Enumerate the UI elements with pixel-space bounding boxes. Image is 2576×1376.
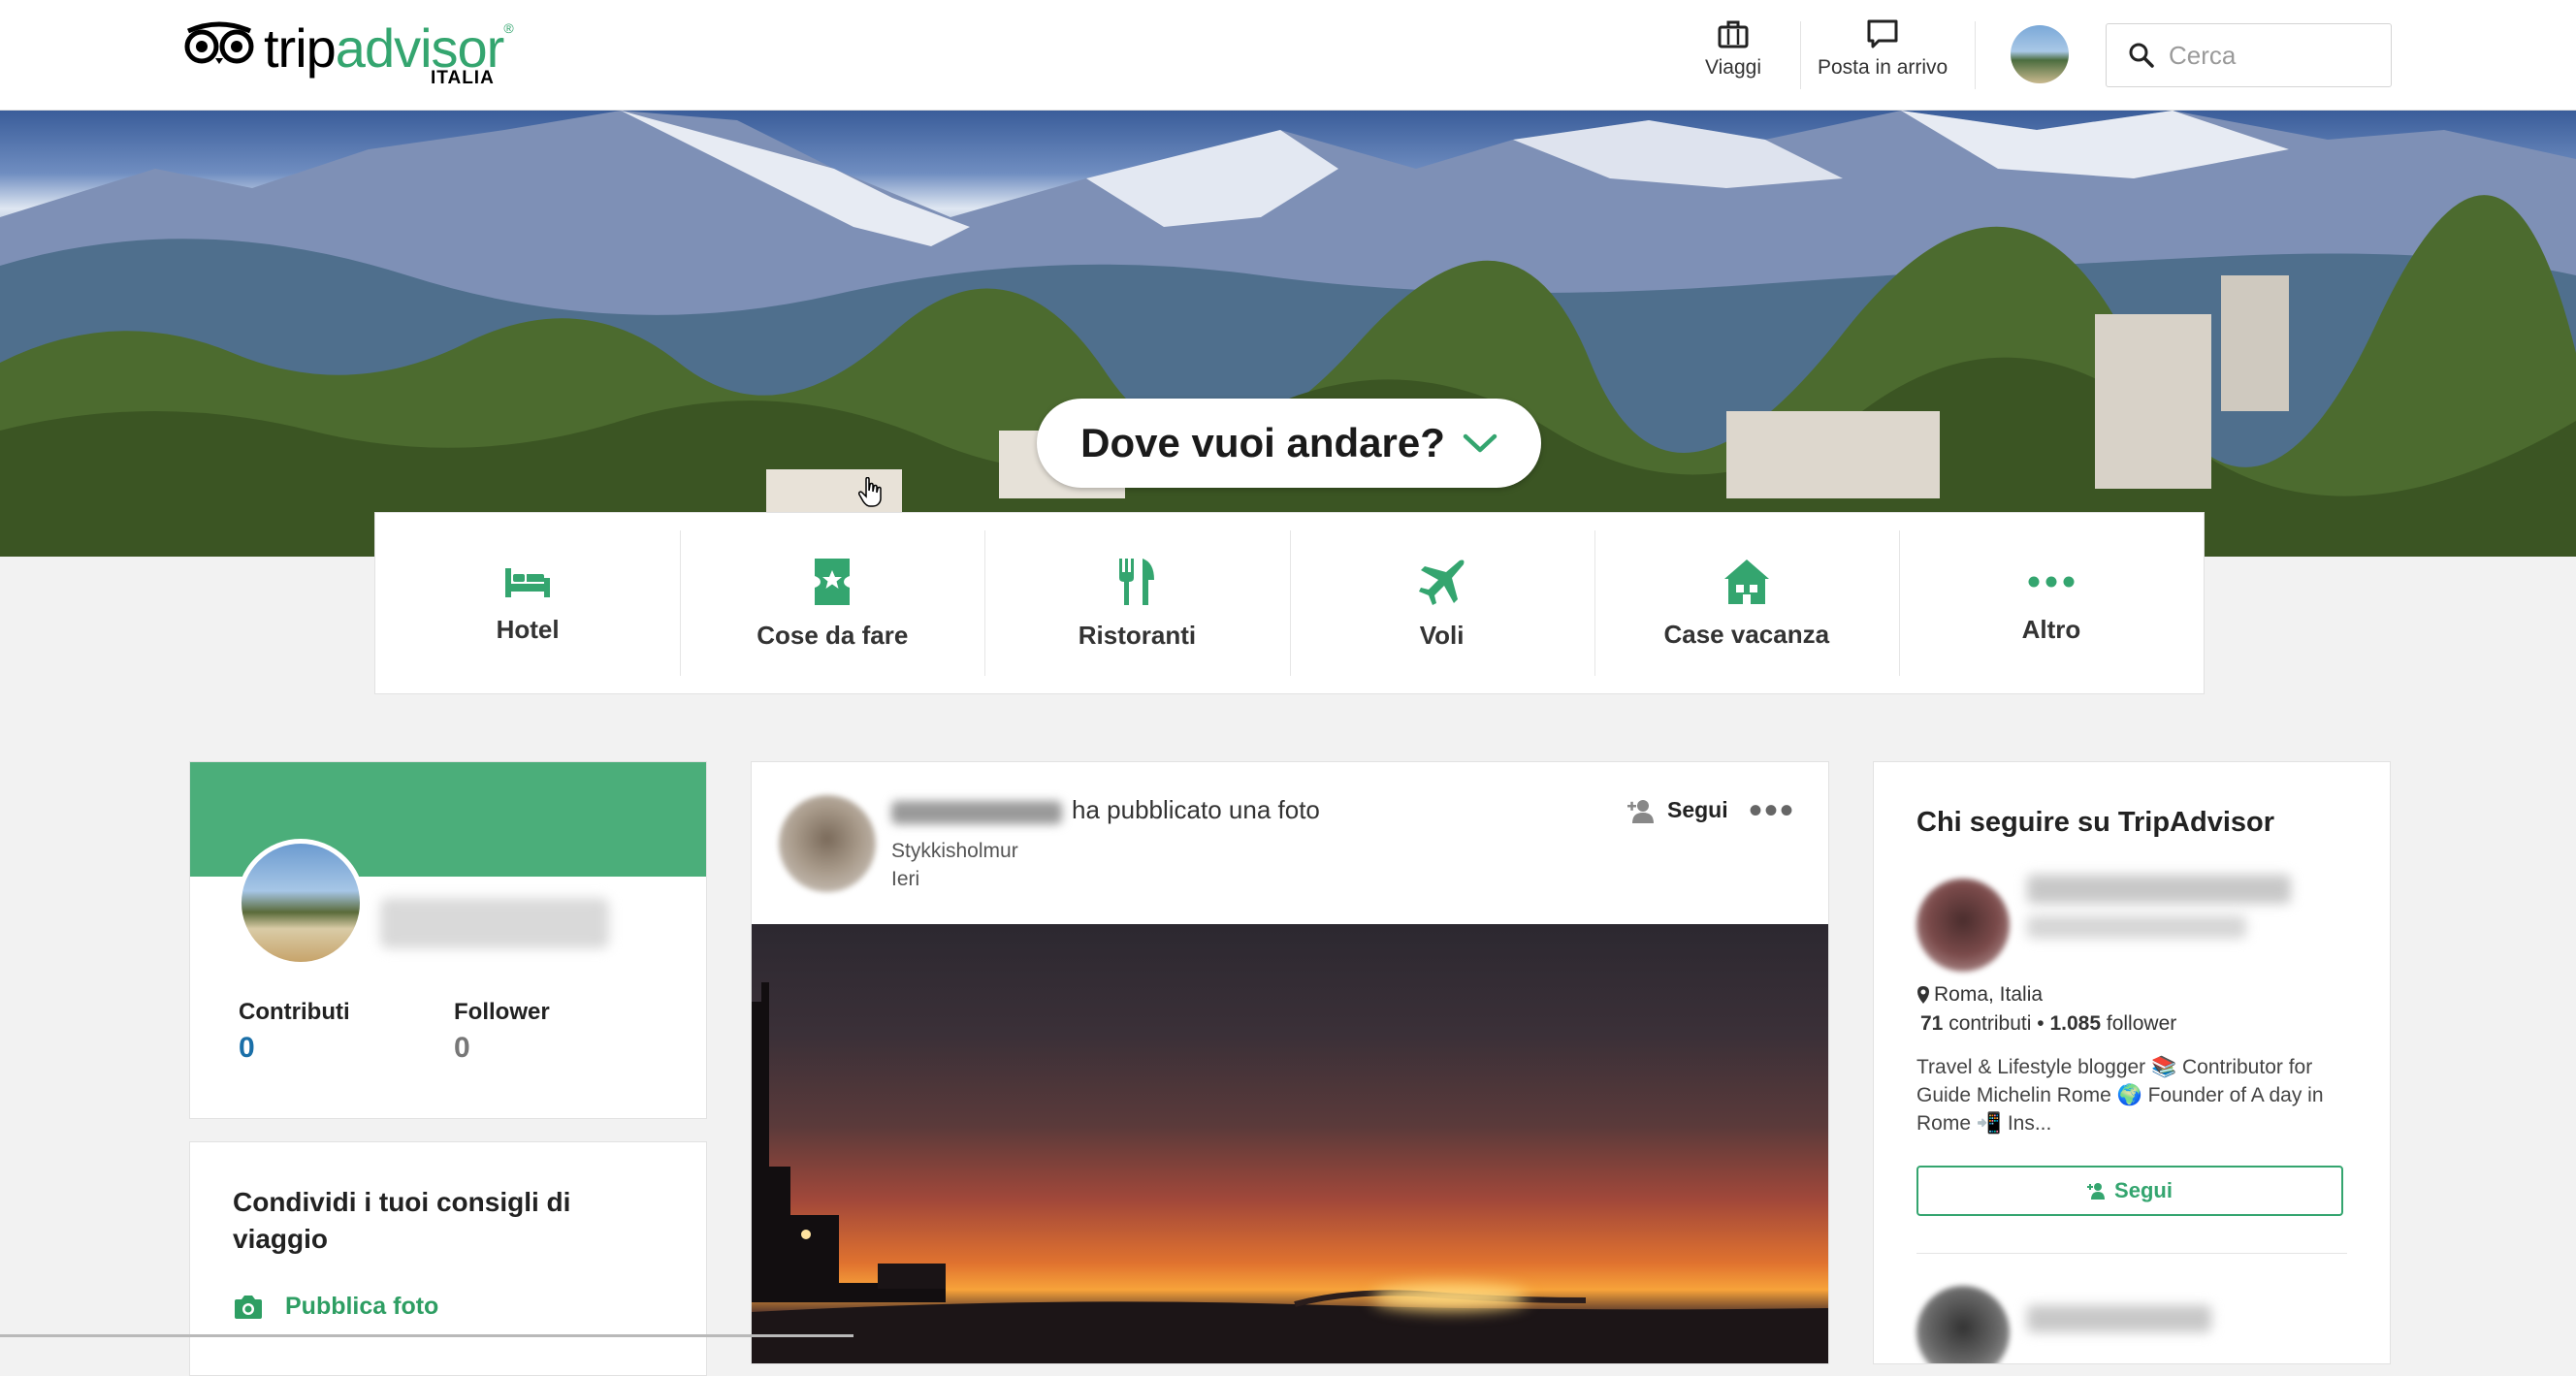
category-label: Hotel (496, 614, 560, 644)
nav-posta-label: Posta in arrivo (1818, 56, 1948, 79)
category-label: Case vacanza (1663, 619, 1830, 649)
logo-country: ITALIA (431, 68, 495, 88)
ticket-star-icon (815, 558, 851, 605)
nav-viaggi-label: Viaggi (1705, 56, 1761, 79)
page-scroll-indicator (0, 1334, 853, 1337)
follow-button[interactable]: Segui (1626, 797, 1728, 823)
profile-card: Contributi 0 Follower 0 (189, 761, 707, 1119)
plane-icon (1418, 560, 1465, 605)
share-title: Condividi i tuoi consigli di viaggio (233, 1187, 571, 1254)
category-hotel[interactable]: Hotel (375, 513, 680, 693)
add-user-icon (2087, 1183, 2106, 1200)
suitcase-icon (1718, 20, 1749, 48)
post-action-text: ha pubblicato una foto (1072, 795, 1320, 824)
category-altro[interactable]: Altro (1898, 513, 2204, 693)
category-bar: Hotel Cose da fare Ristoranti Voli Case … (374, 512, 2205, 694)
sunset-glow (1372, 1285, 1528, 1310)
message-icon (1867, 19, 1898, 48)
suggestions-title: Chi seguire su TripAdvisor (1916, 807, 2275, 838)
category-cose-da-fare[interactable]: Cose da fare (680, 513, 984, 693)
nav-posta-in-arrivo[interactable]: Posta in arrivo (1818, 17, 1948, 80)
profile-avatar[interactable] (237, 839, 365, 967)
user-avatar[interactable] (2011, 25, 2069, 83)
stat-follower-label: Follower (454, 999, 550, 1025)
add-user-icon (1627, 799, 1654, 823)
category-label: Altro (2021, 614, 2081, 644)
suggested-user-name-redacted[interactable] (2027, 1305, 2211, 1332)
destination-search-button[interactable]: Dove vuoi andare? (1037, 399, 1541, 488)
tripadvisor-logo[interactable]: tripadvisor® ITALIA (184, 20, 514, 88)
hero-banner: Dove vuoi andare? (0, 111, 2576, 557)
suggested-user-name-redacted[interactable] (2027, 875, 2291, 904)
chevron-down-icon (1463, 433, 1497, 453)
suggested-user-bio: Travel & Lifestyle blogger 📚 Contributor… (1916, 1056, 2324, 1135)
share-card: Condividi i tuoi consigli di viaggio Pub… (189, 1141, 707, 1376)
suggested-user-avatar[interactable] (1916, 879, 2010, 972)
category-ristoranti[interactable]: Ristoranti (984, 513, 1289, 693)
ship-silhouette (752, 982, 1828, 1363)
nav-viaggi[interactable]: Viaggi (1705, 17, 1761, 80)
top-header: tripadvisor® ITALIA Viaggi Posta in arri… (0, 0, 2576, 111)
hero-landscape-image (0, 111, 2576, 557)
profile-name-redacted (380, 898, 609, 948)
category-label: Cose da fare (757, 620, 909, 650)
suggested-user-stats: 71 contributi • 1.085 follower (1920, 1012, 2176, 1036)
contributions-word: contributi (1948, 1012, 2032, 1035)
post-location[interactable]: Stykkisholmur (891, 840, 1018, 863)
nav-divider (1800, 21, 1801, 89)
post-more-options[interactable]: ••• (1749, 791, 1795, 830)
category-case-vacanza[interactable]: Case vacanza (1594, 513, 1899, 693)
stat-contributi-value[interactable]: 0 (239, 1032, 255, 1065)
registered-mark: ® (503, 20, 513, 36)
suggested-user-location: Roma, Italia (1916, 983, 2043, 1007)
followers-count: 1.085 (2049, 1012, 2102, 1035)
suggested-user-handle-redacted (2027, 915, 2246, 939)
post-time: Ieri (891, 868, 920, 890)
post-photo[interactable] (752, 924, 1828, 1363)
post-author-name-redacted[interactable] (891, 801, 1062, 824)
camera-icon (235, 1295, 262, 1319)
location-pin-icon (1917, 986, 1929, 1004)
category-label: Ristoranti (1078, 620, 1197, 650)
suggested-follow-button[interactable]: Segui (1916, 1166, 2343, 1216)
destination-prompt: Dove vuoi andare? (1080, 420, 1445, 465)
category-label: Voli (1419, 620, 1465, 650)
mouse-cursor-icon (858, 477, 882, 507)
followers-word: follower (2106, 1012, 2177, 1035)
owl-logo-icon (184, 21, 254, 64)
follow-label: Segui (1667, 797, 1728, 822)
search-box[interactable] (2106, 23, 2392, 87)
search-input[interactable] (2167, 34, 2384, 77)
stats-separator: • (2037, 1012, 2045, 1035)
post-author-avatar[interactable] (779, 795, 876, 892)
publish-photo-link[interactable]: Pubblica foto (233, 1293, 438, 1321)
logo-text-trip: trip (264, 17, 337, 79)
search-icon (2129, 43, 2154, 68)
suggestions-card: Chi seguire su TripAdvisor Roma, Italia … (1873, 761, 2391, 1364)
fork-knife-icon (1119, 558, 1155, 605)
suggestion-divider (1916, 1253, 2347, 1254)
stat-follower-value[interactable]: 0 (454, 1032, 470, 1065)
publish-photo-label: Pubblica foto (285, 1293, 439, 1320)
more-dots-icon (2028, 576, 2075, 587)
house-icon (1723, 559, 1769, 604)
suggested-user-avatar[interactable] (1916, 1286, 2010, 1363)
suggested-follow-label: Segui (2114, 1178, 2173, 1202)
stat-contributi-label: Contributi (239, 999, 350, 1025)
feed-post-card: ha pubblicato una foto Stykkisholmur Ier… (751, 761, 1829, 1364)
nav-divider (1975, 21, 1976, 89)
contributions-count: 71 (1920, 1012, 1944, 1035)
bed-icon (505, 567, 551, 597)
location-text: Roma, Italia (1934, 983, 2044, 1006)
category-voli[interactable]: Voli (1289, 513, 1594, 693)
